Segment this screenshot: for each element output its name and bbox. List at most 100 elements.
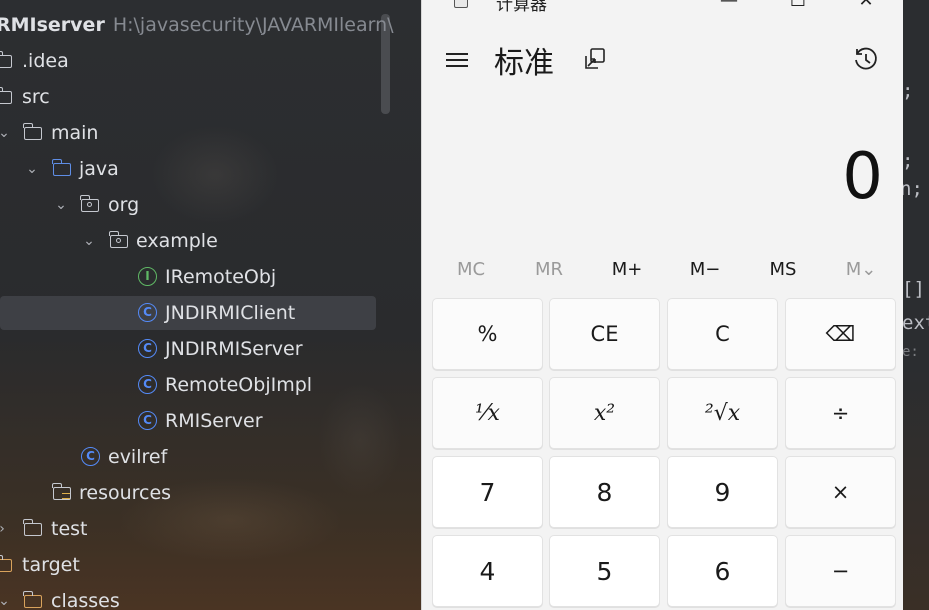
folder-icon	[23, 123, 42, 140]
tree-item-label: .idea	[22, 50, 69, 72]
source-folder-icon	[52, 159, 71, 176]
backspace-key[interactable]: ⌫	[785, 298, 896, 370]
tree-item-test[interactable]: › test	[0, 512, 380, 546]
code-fragment: []	[902, 278, 925, 300]
multiply-key[interactable]: ×	[785, 456, 896, 528]
package-icon	[80, 195, 99, 212]
tree-item-label: target	[22, 554, 80, 576]
tree-item-label: JNDIRMIServer	[165, 338, 303, 360]
square-root-key[interactable]: ²√x	[667, 377, 778, 449]
tree-item-jndirmiclient[interactable]: C JNDIRMIClient	[0, 296, 376, 330]
chevron-down-icon[interactable]: ⌄	[0, 116, 12, 150]
class-icon: C	[138, 375, 157, 394]
interface-icon: I	[138, 267, 157, 286]
digit-5-key[interactable]: 5	[549, 535, 660, 607]
tree-item-src[interactable]: src	[0, 80, 380, 114]
digit-4-key[interactable]: 4	[432, 535, 543, 607]
tree-item-label: RemoteObjImpl	[165, 374, 313, 396]
class-icon: C	[81, 447, 100, 466]
tree-item-org[interactable]: ⌄ org	[0, 188, 380, 222]
digit-7-key[interactable]: 7	[432, 456, 543, 528]
memory-recall-button[interactable]: MR	[510, 256, 588, 284]
tree-item-label: RMIServer	[165, 410, 263, 432]
tree-item-label: example	[136, 230, 218, 252]
project-tree-panel: RMIserver H:\javasecurity\JAVARMIlearn\ .…	[0, 0, 421, 610]
tree-item-label: java	[79, 158, 119, 180]
title-bar[interactable]: 计算器 — ☐ ✕	[422, 0, 903, 15]
subtract-key[interactable]: −	[785, 535, 896, 607]
project-name: RMIserver	[0, 14, 105, 36]
mode-title: 标准	[494, 46, 554, 81]
class-icon: C	[138, 303, 157, 322]
tree-item-java[interactable]: ⌄ java	[0, 152, 380, 186]
tree-item-idea[interactable]: .idea	[0, 44, 380, 78]
folder-icon	[23, 591, 42, 608]
reciprocal-key[interactable]: ⅟x	[432, 377, 543, 449]
maximize-button[interactable]: ☐	[778, 0, 818, 11]
code-editor-edge: ; ; n; [] ext e:	[902, 0, 929, 610]
tree-item-label: classes	[51, 590, 120, 610]
memory-list-button[interactable]: M⌄	[822, 256, 900, 284]
memory-subtract-button[interactable]: M−	[666, 256, 744, 284]
tree-item-label: src	[22, 86, 50, 108]
chevron-down-icon[interactable]: ⌄	[53, 188, 69, 222]
calculator-window: 计算器 — ☐ ✕ 标准 0 MC MR M+ M− MS M⌄ % CE C …	[421, 0, 903, 610]
package-icon	[109, 231, 128, 248]
result-display: 0	[842, 140, 883, 214]
tree-item-label: test	[51, 518, 88, 540]
tree-item-target[interactable]: target	[0, 548, 380, 582]
code-fragment: ;	[902, 150, 914, 172]
app-title: 计算器	[496, 0, 547, 15]
chevron-right-icon[interactable]: ›	[0, 512, 10, 546]
minimize-button[interactable]: —	[709, 0, 749, 11]
chevron-down-icon[interactable]: ⌄	[81, 224, 97, 258]
tree-item-evilref[interactable]: C evilref	[0, 440, 380, 474]
digit-8-key[interactable]: 8	[549, 456, 660, 528]
memory-store-button[interactable]: MS	[744, 256, 822, 284]
folder-icon	[23, 519, 42, 536]
folder-icon	[0, 555, 12, 572]
hamburger-menu-icon[interactable]	[446, 49, 470, 73]
tree-item-label: evilref	[108, 446, 168, 468]
digit-9-key[interactable]: 9	[667, 456, 778, 528]
tree-item-remoteobjimpl[interactable]: C RemoteObjImpl	[0, 368, 380, 402]
folder-icon	[0, 51, 12, 68]
tree-item-rmiserver[interactable]: C RMIServer	[0, 404, 380, 438]
tree-item-label: resources	[79, 482, 172, 504]
clear-entry-key[interactable]: CE	[549, 298, 660, 370]
history-icon[interactable]	[852, 46, 880, 74]
tree-item-resources[interactable]: resources	[0, 476, 380, 510]
digit-6-key[interactable]: 6	[667, 535, 778, 607]
code-fragment: ;	[902, 80, 914, 102]
resources-folder-icon	[52, 483, 71, 500]
tree-item-label: main	[51, 122, 99, 144]
divide-key[interactable]: ÷	[785, 377, 896, 449]
square-key[interactable]: x²	[549, 377, 660, 449]
memory-clear-button[interactable]: MC	[432, 256, 510, 284]
tree-item-classes[interactable]: ⌄ classes	[0, 584, 380, 610]
class-icon: C	[138, 411, 157, 430]
code-fragment: e:	[902, 344, 919, 360]
project-path: H:\javasecurity\JAVARMIlearn\	[112, 14, 394, 36]
code-fragment: ext	[902, 312, 929, 334]
tree-item-label: JNDIRMIClient	[165, 302, 296, 324]
chevron-down-icon[interactable]: ⌄	[24, 152, 40, 186]
tree-item-jndirmiserver[interactable]: C JNDIRMIServer	[0, 332, 380, 366]
memory-row: MC MR M+ M− MS M⌄	[432, 256, 894, 284]
tree-item-example[interactable]: ⌄ example	[0, 224, 380, 258]
tree-item-label: IRemoteObj	[165, 266, 277, 288]
memory-add-button[interactable]: M+	[588, 256, 666, 284]
code-fragment: n;	[902, 178, 923, 200]
class-icon: C	[138, 339, 157, 358]
tree-item-iremoteobj[interactable]: I IRemoteObj	[0, 260, 380, 294]
project-header[interactable]: RMIserver H:\javasecurity\JAVARMIlearn\	[0, 10, 394, 40]
close-button[interactable]: ✕	[846, 0, 886, 11]
calculator-app-icon	[454, 0, 468, 8]
percent-key[interactable]: %	[432, 298, 543, 370]
clear-key[interactable]: C	[667, 298, 778, 370]
folder-icon	[0, 87, 12, 104]
keep-on-top-icon[interactable]	[582, 46, 608, 72]
chevron-down-icon[interactable]: ⌄	[0, 584, 12, 610]
tree-item-main[interactable]: ⌄ main	[0, 116, 380, 150]
tree-item-label: org	[108, 194, 140, 216]
